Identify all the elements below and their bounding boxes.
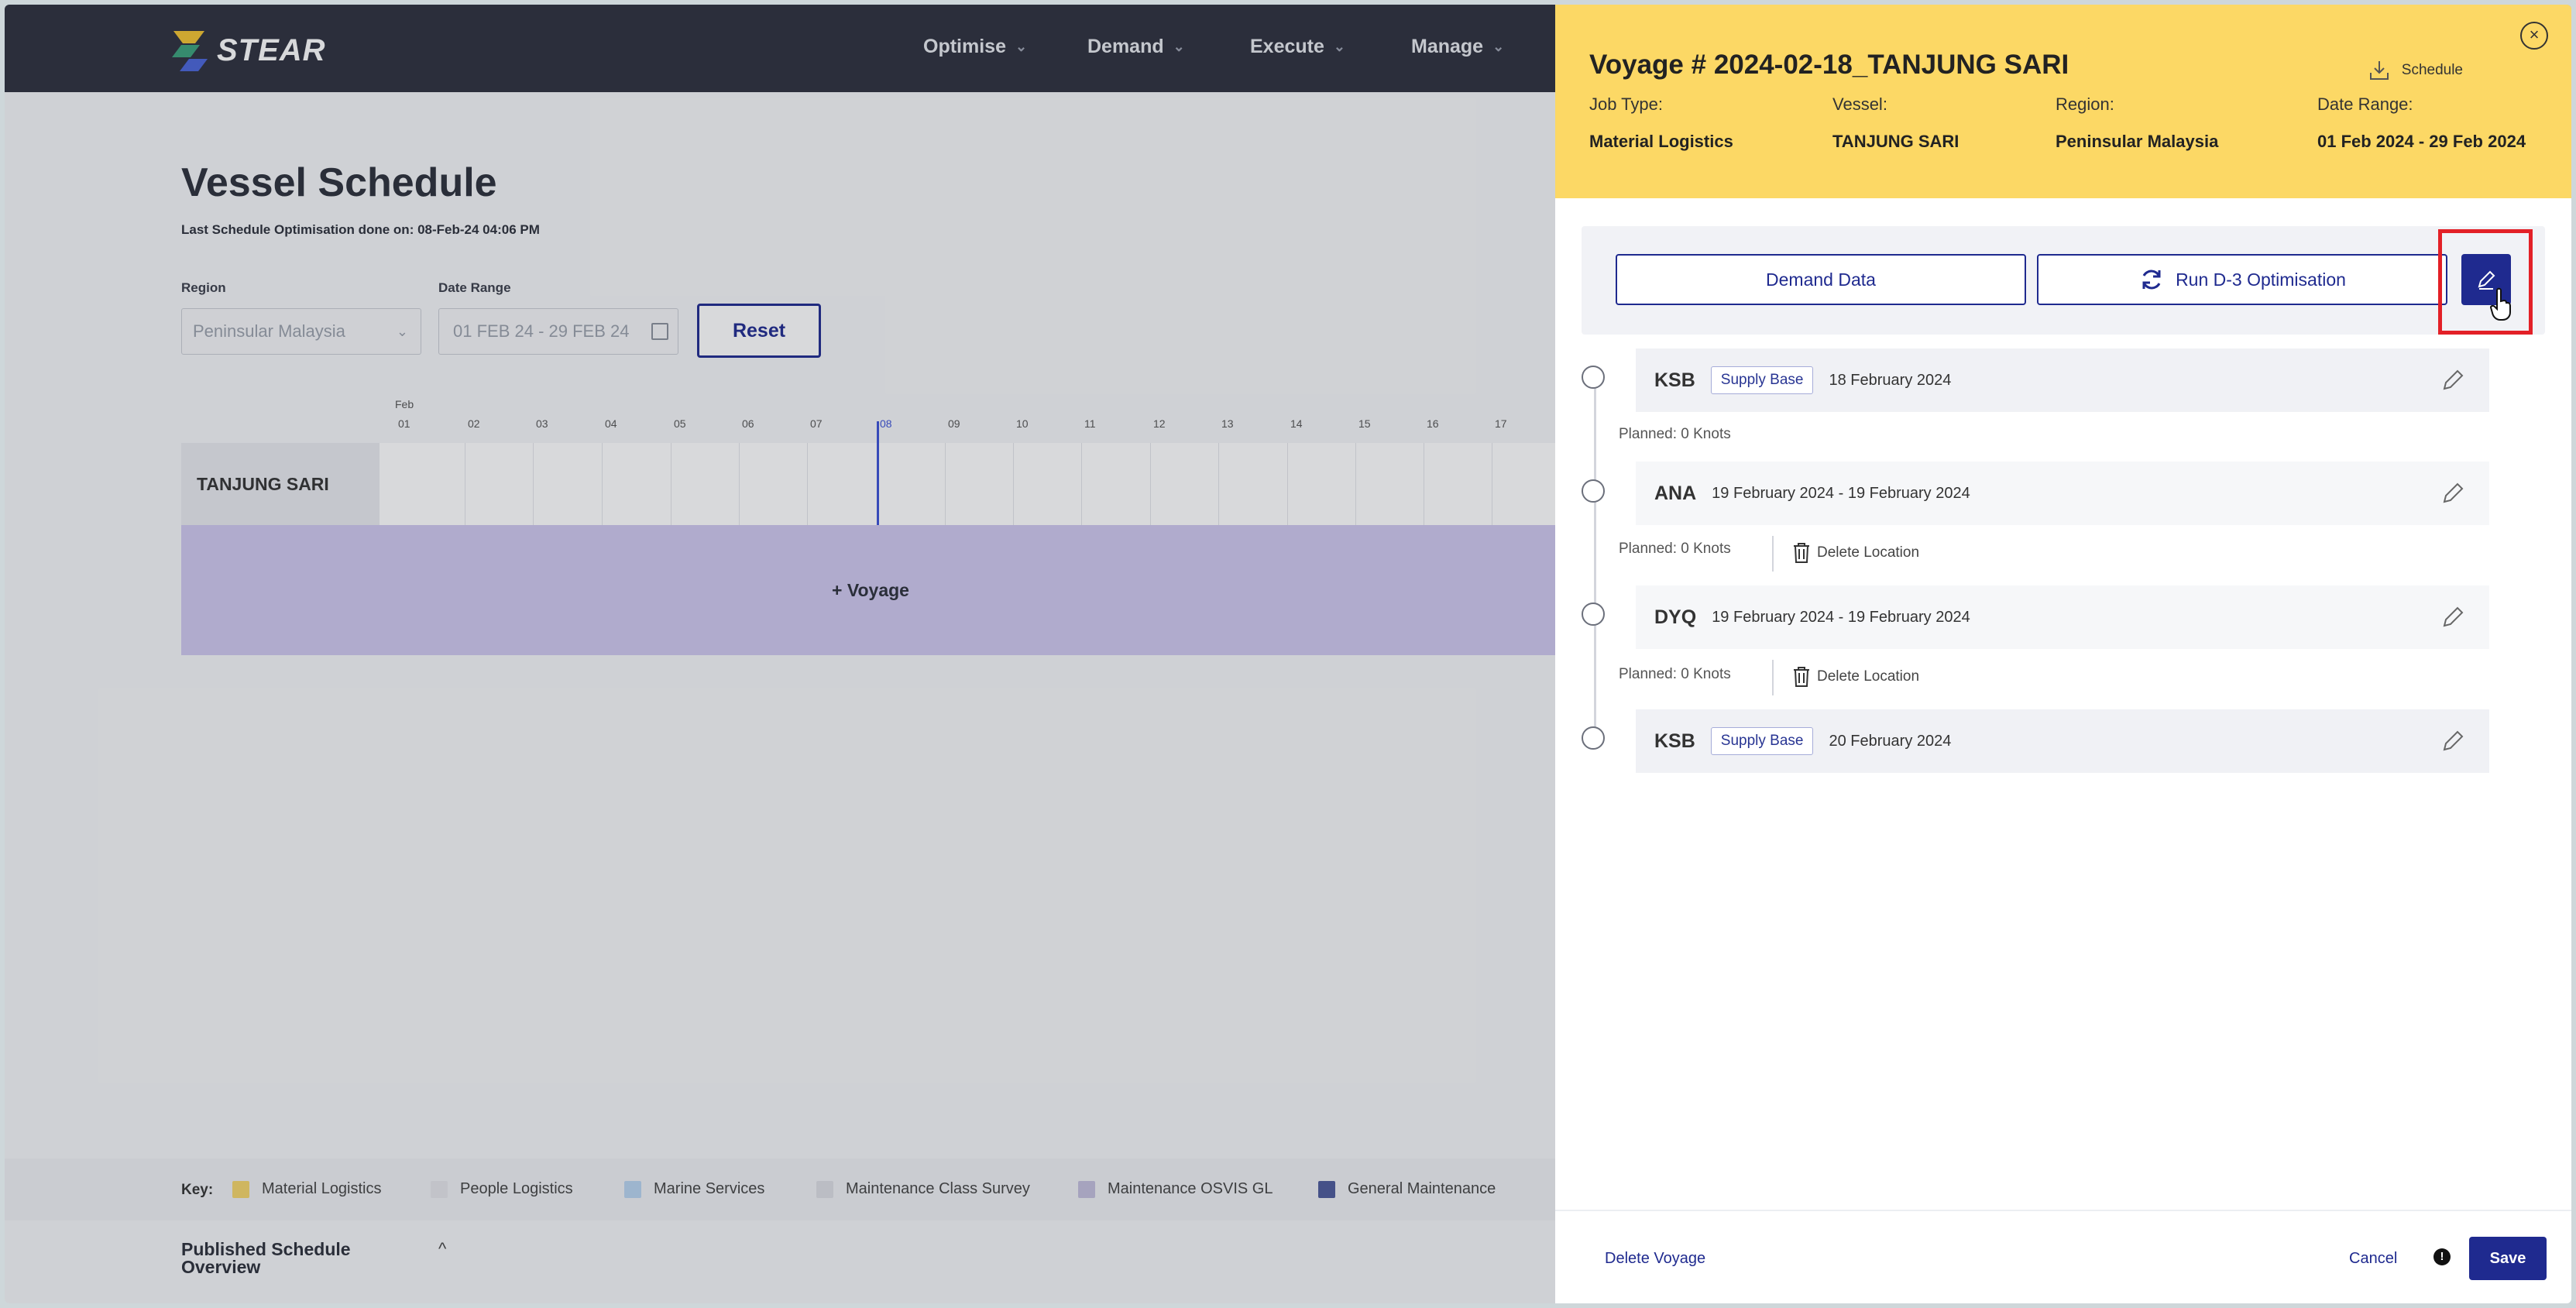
demand-data-button[interactable]: Demand Data (1616, 254, 2026, 305)
hand-cursor-icon (2489, 287, 2511, 321)
pencil-icon[interactable] (2440, 480, 2466, 506)
route-line (1594, 378, 1596, 745)
supply-base-badge: Supply Base (1710, 366, 1814, 394)
stop-card-ana[interactable]: ANA 19 February 2024 - 19 February 2024 (1636, 462, 2489, 525)
voyage-side-panel: Voyage # 2024-02-18_TANJUNG SARI × Sched… (1555, 5, 2571, 1303)
stop-card-dyq[interactable]: DYQ 19 February 2024 - 19 February 2024 (1636, 585, 2489, 649)
stop-date: 19 February 2024 - 19 February 2024 (1712, 608, 1970, 626)
voyage-title: Voyage # 2024-02-18_TANJUNG SARI (1589, 50, 2069, 80)
schedule-label: Schedule (2401, 62, 2463, 78)
app-window: STEAR Optimise ⌄ Demand ⌄ Execute ⌄ Manage ⌄… (5, 5, 2571, 1303)
supply-base-badge: Supply Base (1710, 727, 1814, 755)
planned-speed: Planned: 0 Knots (1619, 426, 1731, 442)
trash-icon (1794, 543, 1809, 563)
planned-speed: Planned: 0 Knots (1619, 541, 1731, 557)
highlight-box (2438, 229, 2533, 335)
delete-location-button[interactable]: Delete Location (1792, 542, 1919, 564)
schedule-download-link[interactable]: Schedule (2368, 59, 2463, 82)
demand-data-label: Demand Data (1766, 269, 1876, 290)
stop-date: 20 February 2024 (1829, 732, 1952, 750)
divider (1772, 660, 1774, 695)
stop-card-ksb-end[interactable]: KSB Supply Base 20 February 2024 (1636, 709, 2489, 773)
job-type-label: Job Type: (1589, 94, 1663, 114)
stop-marker (1582, 603, 1605, 626)
footer-divider (1555, 1210, 2571, 1211)
stop-date: 19 February 2024 - 19 February 2024 (1712, 484, 1970, 502)
delete-voyage-button[interactable]: Delete Voyage (1605, 1250, 1705, 1268)
info-icon[interactable]: ! (2433, 1248, 2451, 1265)
date-range-label: Date Range: (2317, 94, 2413, 114)
vessel-value: TANJUNG SARI (1832, 132, 1959, 151)
pencil-icon[interactable] (2440, 367, 2466, 393)
region-value: Peninsular Malaysia (2056, 132, 2219, 151)
delete-location-label: Delete Location (1817, 544, 1920, 561)
save-button[interactable]: Save (2469, 1237, 2547, 1280)
stop-code: KSB (1654, 730, 1695, 752)
stop-date: 18 February 2024 (1829, 371, 1952, 389)
stop-code: DYQ (1654, 606, 1697, 628)
pencil-icon[interactable] (2440, 604, 2466, 630)
download-icon (2369, 61, 2389, 80)
vessel-label: Vessel: (1832, 94, 1887, 114)
job-type-value: Material Logistics (1589, 132, 1733, 151)
stop-code: KSB (1654, 369, 1695, 391)
stop-marker (1582, 366, 1605, 389)
close-icon[interactable]: × (2520, 22, 2548, 50)
date-range-value: 01 Feb 2024 - 29 Feb 2024 (2317, 132, 2526, 151)
trash-icon (1794, 667, 1809, 687)
planned-speed: Planned: 0 Knots (1619, 666, 1731, 682)
voyage-panel-header: Voyage # 2024-02-18_TANJUNG SARI × Sched… (1555, 5, 2571, 198)
run-optimisation-button[interactable]: Run D-3 Optimisation (2037, 254, 2447, 305)
cancel-button[interactable]: Cancel (2349, 1250, 2397, 1268)
stop-card-ksb-start[interactable]: KSB Supply Base 18 February 2024 (1636, 348, 2489, 412)
pencil-icon[interactable] (2440, 728, 2466, 754)
run-optimisation-label: Run D-3 Optimisation (2176, 269, 2346, 290)
stop-marker (1582, 479, 1605, 503)
divider (1772, 536, 1774, 572)
stop-code: ANA (1654, 482, 1697, 504)
stop-marker (1582, 726, 1605, 750)
delete-location-label: Delete Location (1817, 668, 1920, 685)
refresh-icon (2142, 269, 2161, 290)
delete-location-button[interactable]: Delete Location (1792, 666, 1919, 688)
region-label: Region: (2056, 94, 2114, 114)
